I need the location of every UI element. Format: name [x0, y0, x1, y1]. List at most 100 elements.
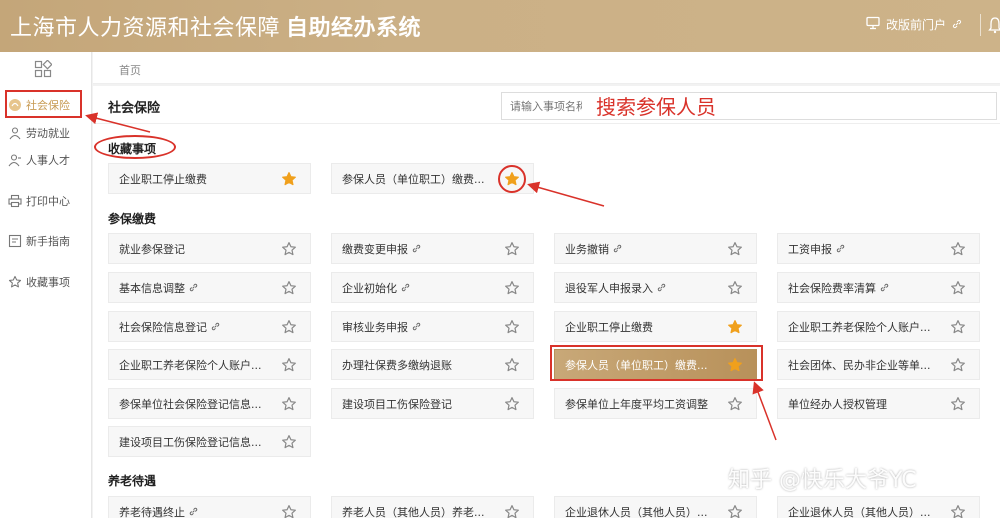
sidebar-item-employment[interactable]: 劳动就业 — [8, 122, 86, 144]
app-grid-icon[interactable] — [34, 59, 53, 82]
service-card-label: 基本信息调整 — [119, 281, 185, 295]
service-card[interactable]: 缴费变更申报 — [331, 233, 534, 264]
star-outline-icon[interactable] — [950, 241, 966, 257]
section-title-pension: 养老待遇 — [108, 474, 157, 488]
service-card[interactable]: 单位经办人授权管理 — [777, 388, 980, 419]
star-outline-icon[interactable] — [950, 357, 966, 373]
service-card[interactable]: 办理社保费多缴纳退账 — [331, 349, 534, 380]
old-portal-label: 改版前门户 — [886, 18, 947, 32]
service-card[interactable]: 企业初始化 — [331, 272, 534, 303]
annotation-box-sidebar — [5, 90, 82, 118]
link-icon — [401, 283, 410, 292]
link-icon — [412, 244, 421, 253]
star-outline-icon[interactable] — [727, 396, 743, 412]
service-card[interactable]: 企业退休人员（其他人员）... — [777, 496, 980, 518]
star-outline-icon[interactable] — [504, 319, 520, 335]
service-card-label: 养老人员（其他人员）养老... — [342, 505, 485, 518]
header-divider — [980, 14, 981, 36]
service-card[interactable]: 企业职工停止缴费 — [554, 311, 757, 342]
notification-bell-icon[interactable] — [988, 16, 1000, 38]
service-card-label: 社会保险费率清算 — [788, 281, 876, 295]
star-outline-icon[interactable] — [281, 241, 297, 257]
star-outline-icon[interactable] — [727, 280, 743, 296]
personnel-icon — [8, 153, 22, 167]
star-outline-icon[interactable] — [281, 357, 297, 373]
search-box[interactable]: 搜索参保人员 — [501, 92, 997, 120]
breadcrumb[interactable]: 首页 — [119, 62, 141, 78]
star-outline-icon[interactable] — [504, 280, 520, 296]
service-card[interactable]: 社会保险信息登记 — [108, 311, 311, 342]
sidebar-item-print-center[interactable]: 打印中心 — [8, 190, 86, 212]
star-outline-icon[interactable] — [504, 241, 520, 257]
star-outline-icon[interactable] — [281, 396, 297, 412]
star-outline-icon[interactable] — [504, 504, 520, 518]
link-icon — [952, 18, 962, 32]
app-title: 上海市人力资源和社会保障 自助经办系统 — [10, 10, 421, 42]
service-card-label: 建设项目工伤保险登记信息... — [119, 435, 262, 449]
service-card[interactable]: 社会团体、民办非企业等单... — [777, 349, 980, 380]
service-card[interactable]: 养老待遇终止 — [108, 496, 311, 518]
service-card-label: 参保人员（单位职工）缴费... — [342, 172, 485, 186]
sidebar-item-label: 劳动就业 — [26, 127, 70, 140]
sidebar-item-label: 人事人才 — [26, 154, 70, 167]
star-outline-icon[interactable] — [504, 396, 520, 412]
service-card[interactable]: 企业职工停止缴费 — [108, 163, 311, 194]
service-card-label: 企业职工停止缴费 — [119, 172, 207, 186]
star-outline-icon[interactable] — [727, 241, 743, 257]
star-filled-icon[interactable] — [281, 171, 297, 187]
star-outline-icon[interactable] — [950, 396, 966, 412]
sidebar-item-personnel[interactable]: 人事人才 — [8, 149, 86, 171]
section-title-contributions: 参保缴费 — [108, 212, 157, 226]
printer-icon — [8, 194, 22, 208]
sidebar-item-label: 新手指南 — [26, 235, 70, 248]
service-card[interactable]: 退役军人申报录入 — [554, 272, 757, 303]
star-outline-icon[interactable] — [281, 319, 297, 335]
app-title-system: 自助经办系统 — [286, 16, 422, 41]
divider — [93, 123, 1000, 124]
sidebar-item-favorites[interactable]: 收藏事项 — [8, 271, 86, 293]
star-outline-icon[interactable] — [281, 434, 297, 450]
star-outline-icon[interactable] — [950, 504, 966, 518]
service-card[interactable]: 参保单位社会保险登记信息... — [108, 388, 311, 419]
link-icon — [613, 244, 622, 253]
service-card[interactable]: 企业职工养老保险个人账户... — [777, 311, 980, 342]
annotation-ellipse-favorites — [94, 135, 176, 159]
service-card[interactable]: 养老人员（其他人员）养老... — [331, 496, 534, 518]
annotation-box-highlight — [550, 345, 763, 381]
link-icon — [880, 283, 889, 292]
star-outline-icon[interactable] — [281, 504, 297, 518]
star-outline-icon[interactable] — [281, 280, 297, 296]
link-icon — [189, 507, 198, 516]
star-filled-icon[interactable] — [727, 319, 743, 335]
service-card[interactable]: 就业参保登记 — [108, 233, 311, 264]
star-outline-icon — [8, 275, 22, 289]
service-card[interactable]: 建设项目工伤保险登记 — [331, 388, 534, 419]
service-card[interactable]: 业务撤销 — [554, 233, 757, 264]
service-card-label: 企业初始化 — [342, 281, 397, 295]
service-card[interactable]: 企业职工养老保险个人账户... — [108, 349, 311, 380]
service-card[interactable]: 企业退休人员（其他人员）... — [554, 496, 757, 518]
service-card-label: 企业职工养老保险个人账户... — [119, 358, 262, 372]
service-card[interactable]: 建设项目工伤保险登记信息... — [108, 426, 311, 457]
service-card-label: 社会保险信息登记 — [119, 320, 207, 334]
star-outline-icon[interactable] — [950, 280, 966, 296]
service-card-label: 建设项目工伤保险登记 — [342, 397, 452, 411]
star-outline-icon[interactable] — [727, 504, 743, 518]
star-outline-icon[interactable] — [950, 319, 966, 335]
breadcrumb-bar: 首页 — [93, 52, 1000, 84]
search-annotation: 搜索参保人员 — [596, 95, 716, 119]
service-card[interactable]: 基本信息调整 — [108, 272, 311, 303]
service-card[interactable]: 工资申报 — [777, 233, 980, 264]
service-card[interactable]: 审核业务申报 — [331, 311, 534, 342]
service-card[interactable]: 社会保险费率清算 — [777, 272, 980, 303]
guide-icon — [8, 234, 22, 248]
sidebar-item-label: 打印中心 — [26, 195, 70, 208]
service-card[interactable]: 参保单位上年度平均工资调整 — [554, 388, 757, 419]
service-card-label: 缴费变更申报 — [342, 242, 408, 256]
sidebar-item-guide[interactable]: 新手指南 — [8, 230, 86, 252]
star-outline-icon[interactable] — [504, 357, 520, 373]
old-portal-link[interactable]: 改版前门户 — [866, 16, 962, 33]
app-title-main: 上海市人力资源和社会保障 — [10, 16, 281, 41]
sidebar-item-label: 收藏事项 — [26, 276, 70, 289]
search-input[interactable] — [502, 93, 582, 119]
